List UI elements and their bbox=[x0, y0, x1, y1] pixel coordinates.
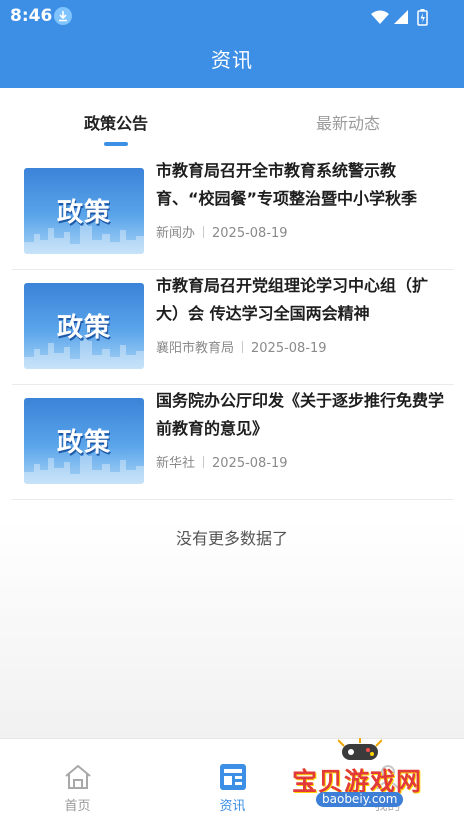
nav-news-label: 资讯 bbox=[219, 799, 246, 814]
news-source: 新闻办 bbox=[156, 226, 196, 241]
news-thumbnail: 政策 bbox=[24, 398, 144, 484]
main-content: 政策公告 最新动态 政策 市教育局召开全市教育系统警示教育、“校园餐”专项整治暨… bbox=[0, 88, 464, 738]
news-icon bbox=[218, 763, 248, 795]
home-icon bbox=[63, 763, 93, 795]
meta-divider bbox=[203, 226, 205, 238]
news-item[interactable]: 政策 市教育局召开党组理论学习中心组（扩大）会 传达学习全国两会精神 襄阳市教育… bbox=[12, 270, 454, 385]
news-source: 新华社 bbox=[156, 456, 196, 471]
meta-divider bbox=[242, 341, 244, 353]
news-meta: 新华社 2025-08-19 bbox=[156, 452, 288, 471]
watermark-logo: 宝贝游戏网 baobeiy.com bbox=[290, 738, 460, 822]
app-header: 资讯 bbox=[0, 32, 464, 88]
tab-bar: 政策公告 最新动态 bbox=[0, 88, 464, 154]
page-title: 资讯 bbox=[211, 48, 253, 72]
news-date: 2025-08-19 bbox=[212, 226, 288, 241]
nav-home[interactable]: 首页 bbox=[0, 739, 155, 825]
download-icon bbox=[54, 7, 72, 25]
news-title[interactable]: 市教育局召开党组理论学习中心组（扩大）会 传达学习全国两会精神 bbox=[156, 272, 448, 328]
status-bar: 8:46 bbox=[0, 0, 464, 32]
tab-policy-announcements[interactable]: 政策公告 bbox=[0, 110, 232, 134]
nav-news[interactable]: 资讯 bbox=[155, 739, 310, 825]
news-date: 2025-08-19 bbox=[251, 341, 327, 356]
wifi-icon bbox=[371, 10, 389, 24]
news-date: 2025-08-19 bbox=[212, 456, 288, 471]
thumbnail-label: 政策 bbox=[56, 428, 111, 458]
news-meta: 新闻办 2025-08-19 bbox=[156, 222, 288, 241]
watermark-url: baobeiy.com bbox=[316, 792, 404, 807]
tab-active-indicator bbox=[104, 142, 128, 146]
tab-latest-news[interactable]: 最新动态 bbox=[232, 110, 464, 134]
battery-icon bbox=[417, 9, 428, 26]
news-meta: 襄阳市教育局 2025-08-19 bbox=[156, 337, 327, 356]
system-icons bbox=[370, 8, 430, 30]
thumbnail-label: 政策 bbox=[56, 198, 111, 228]
signal-icon bbox=[394, 10, 408, 24]
news-thumbnail: 政策 bbox=[24, 283, 144, 369]
nav-home-label: 首页 bbox=[64, 799, 91, 814]
news-source: 襄阳市教育局 bbox=[156, 341, 235, 356]
meta-divider bbox=[203, 456, 205, 468]
thumbnail-label: 政策 bbox=[56, 313, 111, 343]
news-item[interactable]: 政策 国务院办公厅印发《关于逐步推行免费学前教育的意见》 新华社 2025-08-… bbox=[12, 385, 454, 500]
news-list: 政策 市教育局召开全市教育系统警示教育、“校园餐”专项整治暨中小学秋季开… 新闻… bbox=[12, 155, 454, 500]
news-title[interactable]: 市教育局召开全市教育系统警示教育、“校园餐”专项整治暨中小学秋季开… bbox=[156, 157, 448, 213]
news-item[interactable]: 政策 市教育局召开全市教育系统警示教育、“校园餐”专项整治暨中小学秋季开… 新闻… bbox=[12, 155, 454, 270]
gamepad-icon bbox=[338, 738, 382, 760]
status-time: 8:46 bbox=[10, 6, 53, 26]
no-more-data-text: 没有更多数据了 bbox=[175, 529, 288, 548]
news-thumbnail: 政策 bbox=[24, 168, 144, 254]
news-title[interactable]: 国务院办公厅印发《关于逐步推行免费学前教育的意见》 bbox=[156, 387, 448, 443]
